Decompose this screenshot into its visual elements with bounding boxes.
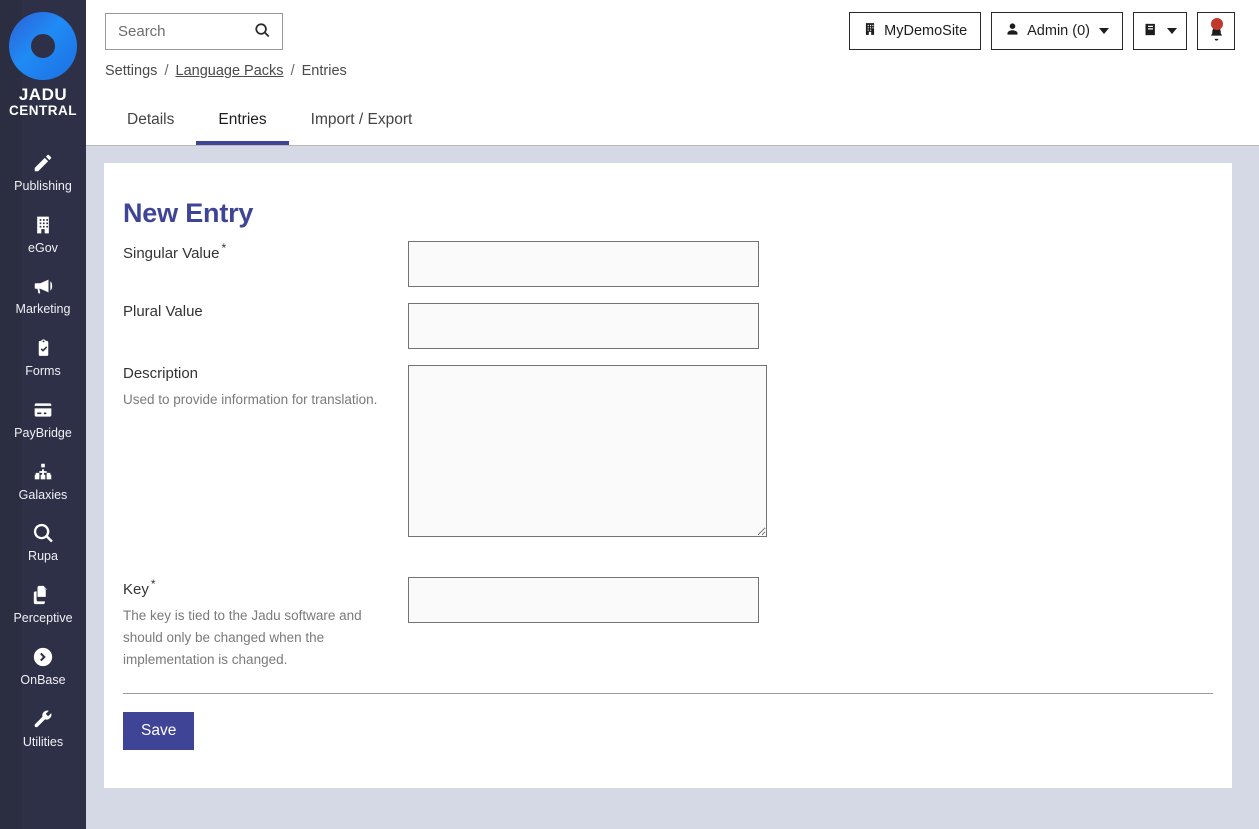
page-title: New Entry — [123, 198, 254, 229]
top-bar: Settings / Language Packs / Entries MyDe… — [86, 0, 1259, 98]
sidebar-item-forms[interactable]: Forms — [0, 326, 86, 388]
sidebar-label: eGov — [28, 240, 58, 255]
sidebar-item-utilities[interactable]: Utilities — [0, 697, 86, 759]
sidebar-item-egov[interactable]: eGov — [0, 203, 86, 265]
label-key: Key * — [123, 577, 156, 598]
sidebar-label: PayBridge — [14, 425, 72, 440]
form-divider — [123, 693, 1213, 694]
field-plural-value: Plural Value — [123, 303, 1213, 365]
required-marker: * — [150, 577, 156, 591]
new-entry-form: Singular Value * Plural Value Descriptio… — [123, 241, 1213, 672]
user-menu-label: Admin (0) — [1027, 23, 1090, 39]
building-icon — [33, 212, 53, 238]
search-submit-button[interactable] — [246, 14, 278, 49]
sidebar-item-publishing[interactable]: Publishing — [0, 141, 86, 203]
field-singular-value: Singular Value * — [123, 241, 1213, 303]
field-input-col — [408, 303, 1213, 349]
manual-menu-button[interactable] — [1133, 12, 1187, 50]
field-input-col — [408, 241, 1213, 287]
field-input-col — [408, 577, 1213, 623]
label-description: Description — [123, 365, 198, 382]
chevron-down-icon — [1099, 28, 1109, 34]
label-text: Description — [123, 365, 199, 382]
sidebar-label: Galaxies — [18, 487, 68, 502]
chevron-down-icon — [1167, 28, 1177, 34]
breadcrumb-separator: / — [290, 63, 295, 79]
brand-logo[interactable]: JADU CENTRAL — [0, 12, 86, 119]
label-text: Singular Value — [123, 245, 220, 262]
sidebar-item-onbase[interactable]: OnBase — [0, 635, 86, 697]
sidebar-label: Rupa — [28, 549, 58, 564]
documents-icon — [32, 582, 54, 608]
sidebar-label: OnBase — [20, 672, 66, 687]
sidebar-label: Perceptive — [13, 611, 73, 626]
breadcrumb-separator: / — [164, 63, 169, 79]
user-icon — [1005, 21, 1020, 41]
brand-line-1: JADU — [18, 85, 68, 104]
sidebar-item-perceptive[interactable]: Perceptive — [0, 573, 86, 635]
key-input[interactable] — [408, 577, 759, 623]
brand-line-2: CENTRAL — [9, 103, 77, 119]
tab-entries[interactable]: Entries — [196, 98, 289, 145]
breadcrumb-item-entries: Entries — [301, 63, 347, 79]
circle-chevron-right-icon — [32, 644, 54, 670]
singular-value-input[interactable] — [408, 241, 759, 287]
tab-bar: Details Entries Import / Export — [86, 98, 1259, 146]
credit-card-icon — [31, 397, 55, 423]
save-button[interactable]: Save — [123, 712, 195, 750]
brand-wordmark: JADU CENTRAL — [9, 85, 77, 119]
notification-alert-dot — [1211, 18, 1223, 30]
field-key: Key * The key is tied to the Jadu softwar… — [123, 577, 1213, 672]
jadu-ring-icon — [9, 12, 77, 80]
megaphone-icon — [31, 273, 55, 299]
field-description: Description Used to provide information … — [123, 365, 1213, 555]
field-input-col — [408, 365, 1213, 537]
search-input[interactable] — [106, 14, 246, 49]
label-singular-value: Singular Value * — [123, 241, 226, 262]
label-text: Key — [123, 581, 149, 598]
sidebar-item-paybridge[interactable]: PayBridge — [0, 388, 86, 450]
field-label-col: Singular Value * — [123, 241, 408, 264]
sidebar-label: Marketing — [15, 302, 71, 317]
pencil-icon — [32, 150, 54, 176]
required-marker: * — [221, 241, 227, 255]
clipboard-check-icon — [34, 335, 53, 361]
breadcrumb-item-language-packs[interactable]: Language Packs — [176, 63, 284, 79]
notifications-button[interactable] — [1197, 12, 1235, 50]
sidebar-nav: Publishing eGov Marketing Forms PayBridg… — [0, 141, 86, 759]
sitemap-icon — [31, 459, 55, 485]
sidebar-item-marketing[interactable]: Marketing — [0, 264, 86, 326]
magnifier-icon — [32, 520, 55, 546]
site-selector-label: MyDemoSite — [884, 23, 968, 39]
sidebar-label: Publishing — [14, 178, 72, 193]
help-description: Used to provide information for translat… — [123, 391, 378, 407]
sidebar-item-galaxies[interactable]: Galaxies — [0, 450, 86, 512]
sidebar-item-rupa[interactable]: Rupa — [0, 511, 86, 573]
breadcrumb: Settings / Language Packs / Entries — [105, 63, 347, 79]
app-root: JADU CENTRAL Publishing eGov Marketing F… — [0, 0, 1259, 829]
site-selector-button[interactable]: MyDemoSite — [849, 12, 982, 50]
user-menu-button[interactable]: Admin (0) — [991, 12, 1123, 50]
plural-value-input[interactable] — [408, 303, 759, 349]
field-label-col: Description Used to provide information … — [123, 365, 408, 411]
book-icon — [1143, 21, 1158, 42]
building-icon — [863, 21, 877, 41]
field-label-col: Key * The key is tied to the Jadu softwar… — [123, 577, 408, 672]
sidebar-label: Utilities — [22, 734, 64, 749]
field-label-col: Plural Value — [123, 303, 408, 322]
top-bar-actions: MyDemoSite Admin (0) — [849, 12, 1235, 50]
sidebar: JADU CENTRAL Publishing eGov Marketing F… — [0, 0, 86, 829]
tab-details[interactable]: Details — [105, 98, 196, 145]
tab-import-export[interactable]: Import / Export — [289, 98, 435, 145]
search-box[interactable] — [105, 13, 283, 50]
label-text: Plural Value — [123, 303, 203, 320]
description-textarea[interactable] — [408, 365, 767, 537]
search-icon — [254, 22, 271, 42]
sidebar-label: Forms — [25, 364, 61, 379]
wrench-icon — [32, 706, 54, 732]
help-key: The key is tied to the Jadu software and… — [123, 607, 362, 668]
label-plural-value: Plural Value — [123, 303, 203, 320]
breadcrumb-item-settings: Settings — [105, 63, 158, 79]
content-card: New Entry Singular Value* Plural Value — [104, 163, 1232, 788]
